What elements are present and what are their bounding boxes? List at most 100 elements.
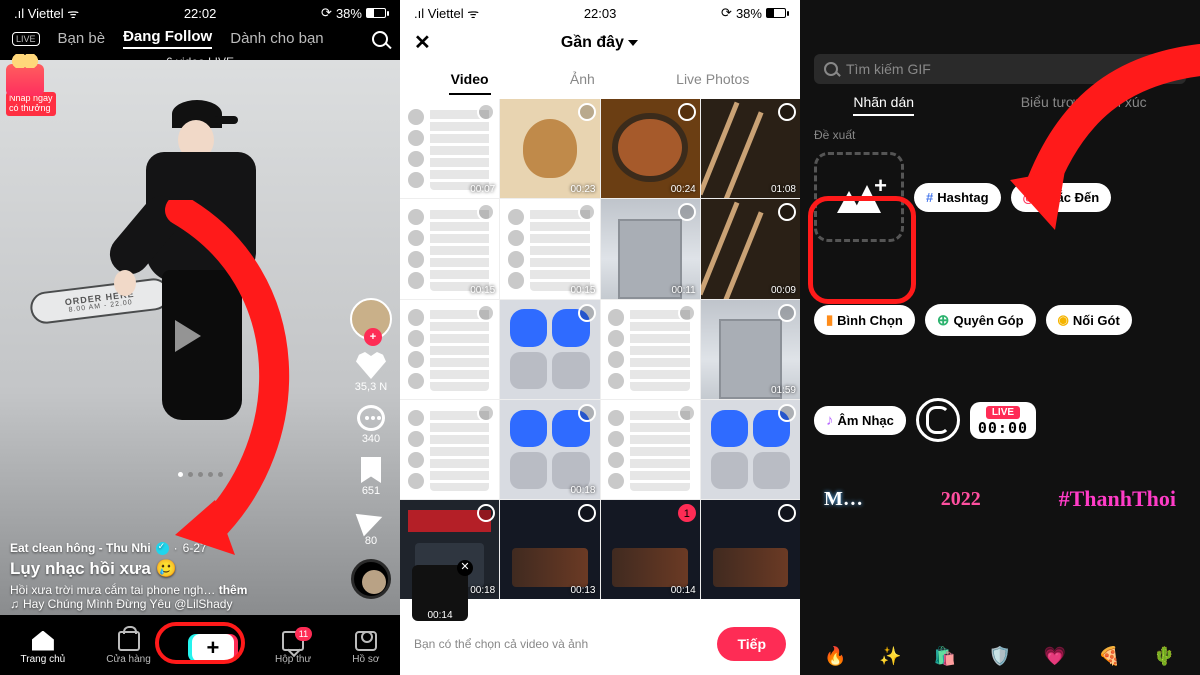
select-circle[interactable] — [778, 103, 796, 121]
media-cell[interactable] — [601, 300, 700, 399]
media-cell[interactable]: 00:13 — [500, 500, 599, 599]
play-icon[interactable] — [175, 320, 201, 352]
hashtag-chip[interactable]: #Hashtag — [914, 183, 1001, 212]
media-cell[interactable]: 00:15 — [400, 199, 499, 298]
emoji-shield[interactable]: 🛡️ — [989, 646, 1011, 667]
tab-following[interactable]: Đang Follow — [123, 28, 212, 49]
select-circle[interactable] — [477, 404, 495, 422]
gift-promo[interactable]: Nhấp ngaycó thưởng — [6, 64, 56, 116]
emoji-cactus[interactable]: 🌵 — [1153, 646, 1175, 667]
emoji-bag[interactable]: 🛍️ — [934, 646, 956, 667]
chevron-down-icon — [628, 40, 638, 46]
media-cell[interactable] — [400, 400, 499, 499]
clock: 22:02 — [184, 6, 217, 21]
picker-screen: .ıl Viettel ᯤ 22:03 ⟳ 38% ✕ Gần đây Vide… — [400, 0, 800, 675]
select-circle[interactable] — [578, 203, 596, 221]
sticker-item[interactable]: M… — [824, 488, 863, 511]
media-cell[interactable]: 00:09 — [701, 199, 800, 298]
emoji-sparkle[interactable]: ✨ — [879, 646, 901, 667]
tab-video[interactable]: Video — [449, 65, 491, 95]
emoji-fire[interactable]: 🔥 — [824, 646, 846, 667]
nav-create[interactable]: + — [192, 634, 234, 662]
media-cell[interactable]: 00:15 — [500, 199, 599, 298]
media-cell[interactable]: 01:59 — [701, 300, 800, 399]
next-button[interactable]: Tiếp — [717, 627, 786, 661]
select-circle[interactable] — [578, 103, 596, 121]
poll-chip[interactable]: ▮Bình Chọn — [814, 305, 915, 335]
like-button[interactable]: 35,3 N — [355, 352, 387, 393]
sticker-2022[interactable]: 2022 — [941, 488, 981, 511]
select-circle[interactable] — [578, 304, 596, 322]
sound-name[interactable]: Hay Chúng Mình Đừng Yêu @LilShady — [23, 597, 232, 611]
close-icon[interactable]: ✕ — [414, 30, 431, 55]
select-circle[interactable] — [678, 103, 696, 121]
select-circle[interactable] — [578, 404, 596, 422]
live-countdown-sticker[interactable]: LIVE 00:00 — [970, 402, 1036, 439]
remove-icon[interactable]: ✕ — [457, 560, 473, 576]
bottom-nav: Trang chủ Cửa hàng + 11Hộp thư Hồ sơ — [0, 620, 400, 675]
tab-photo[interactable]: Ảnh — [568, 65, 597, 95]
save-button[interactable]: 651 — [361, 457, 381, 497]
select-circle[interactable]: 1 — [678, 504, 696, 522]
more-link[interactable]: thêm — [219, 583, 248, 597]
media-cell[interactable] — [601, 400, 700, 499]
picker-footer: Bạn có thể chọn cả video và ảnh Tiếp — [400, 617, 800, 675]
share-button[interactable]: 80 — [359, 509, 383, 547]
clock: 22:03 — [584, 6, 617, 21]
media-type-tabs: Video Ảnh Live Photos — [400, 61, 800, 99]
media-cell[interactable]: 00:141 — [601, 500, 700, 599]
select-circle[interactable] — [778, 404, 796, 422]
media-cell[interactable]: 00:24 — [601, 99, 700, 198]
nav-shop[interactable]: Cửa hàng — [106, 631, 151, 665]
nav-home[interactable]: Trang chủ — [21, 631, 66, 665]
sound-disc[interactable] — [351, 559, 391, 599]
select-circle[interactable] — [678, 203, 696, 221]
nav-inbox[interactable]: 11Hộp thư — [275, 631, 311, 665]
emoji-pizza[interactable]: 🍕 — [1098, 646, 1120, 667]
album-selector[interactable]: Gần đây — [561, 34, 638, 52]
battery-pct: 38% — [336, 6, 362, 21]
author-avatar[interactable] — [350, 298, 392, 340]
search-icon[interactable] — [372, 31, 388, 47]
selected-thumb[interactable]: 00:14 ✕ — [412, 565, 468, 621]
tab-live-photos[interactable]: Live Photos — [674, 65, 751, 95]
selected-tray: 00:14 ✕ — [412, 565, 468, 621]
media-cell[interactable] — [400, 300, 499, 399]
search-placeholder: Tìm kiếm GIF — [846, 61, 931, 77]
media-cell[interactable]: 00:07 — [400, 99, 499, 198]
donate-chip[interactable]: ⊕Quyên Góp — [925, 304, 1036, 336]
video-area[interactable]: ORDER HERE8.00 AM - 22.00 — [0, 60, 400, 615]
author-name[interactable]: Eat clean hông - Thu Nhi — [10, 541, 151, 555]
comment-button[interactable]: 340 — [357, 405, 385, 445]
noigot-chip[interactable]: ◉Nối Gót — [1046, 305, 1132, 335]
select-circle[interactable] — [477, 304, 495, 322]
caption: Hồi xưa trời mưa cắm tai phone ngh… — [10, 583, 215, 597]
select-circle[interactable] — [578, 504, 596, 522]
media-cell[interactable] — [701, 400, 800, 499]
countdown-sticker[interactable] — [916, 398, 960, 442]
select-circle[interactable] — [778, 304, 796, 322]
tab-emoji[interactable]: Biểu tượng cảm xúc — [1021, 94, 1147, 116]
video-title: Lụy nhạc hồi xưa 🥲 — [10, 559, 320, 579]
add-image-sticker[interactable]: + — [814, 152, 904, 242]
stickers-screen: Tìm kiếm GIF Nhãn dán Biểu tượng cảm xúc… — [800, 0, 1200, 675]
media-cell[interactable] — [701, 500, 800, 599]
gif-search[interactable]: Tìm kiếm GIF — [814, 54, 1186, 84]
media-cell[interactable]: 00:23 — [500, 99, 599, 198]
select-circle[interactable] — [778, 504, 796, 522]
tab-foryou[interactable]: Dành cho bạn — [230, 30, 323, 47]
music-chip[interactable]: ♪Âm Nhạc — [814, 406, 906, 435]
nav-profile[interactable]: Hồ sơ — [352, 631, 379, 665]
media-cell[interactable] — [500, 300, 599, 399]
select-circle[interactable] — [678, 404, 696, 422]
media-cell[interactable]: 01:08 — [701, 99, 800, 198]
live-icon[interactable]: LIVE — [12, 32, 40, 46]
media-cell[interactable]: 00:11 — [601, 199, 700, 298]
emoji-heart[interactable]: 💗 — [1044, 646, 1066, 667]
select-circle[interactable] — [678, 304, 696, 322]
tab-stickers[interactable]: Nhãn dán — [853, 94, 914, 116]
mention-chip[interactable]: @Nhắc Đến — [1011, 183, 1112, 212]
sticker-thanhthoi[interactable]: #ThanhThoi — [1059, 486, 1176, 512]
media-cell[interactable]: 00:18 — [500, 400, 599, 499]
tab-friends[interactable]: Bạn bè — [58, 30, 106, 47]
